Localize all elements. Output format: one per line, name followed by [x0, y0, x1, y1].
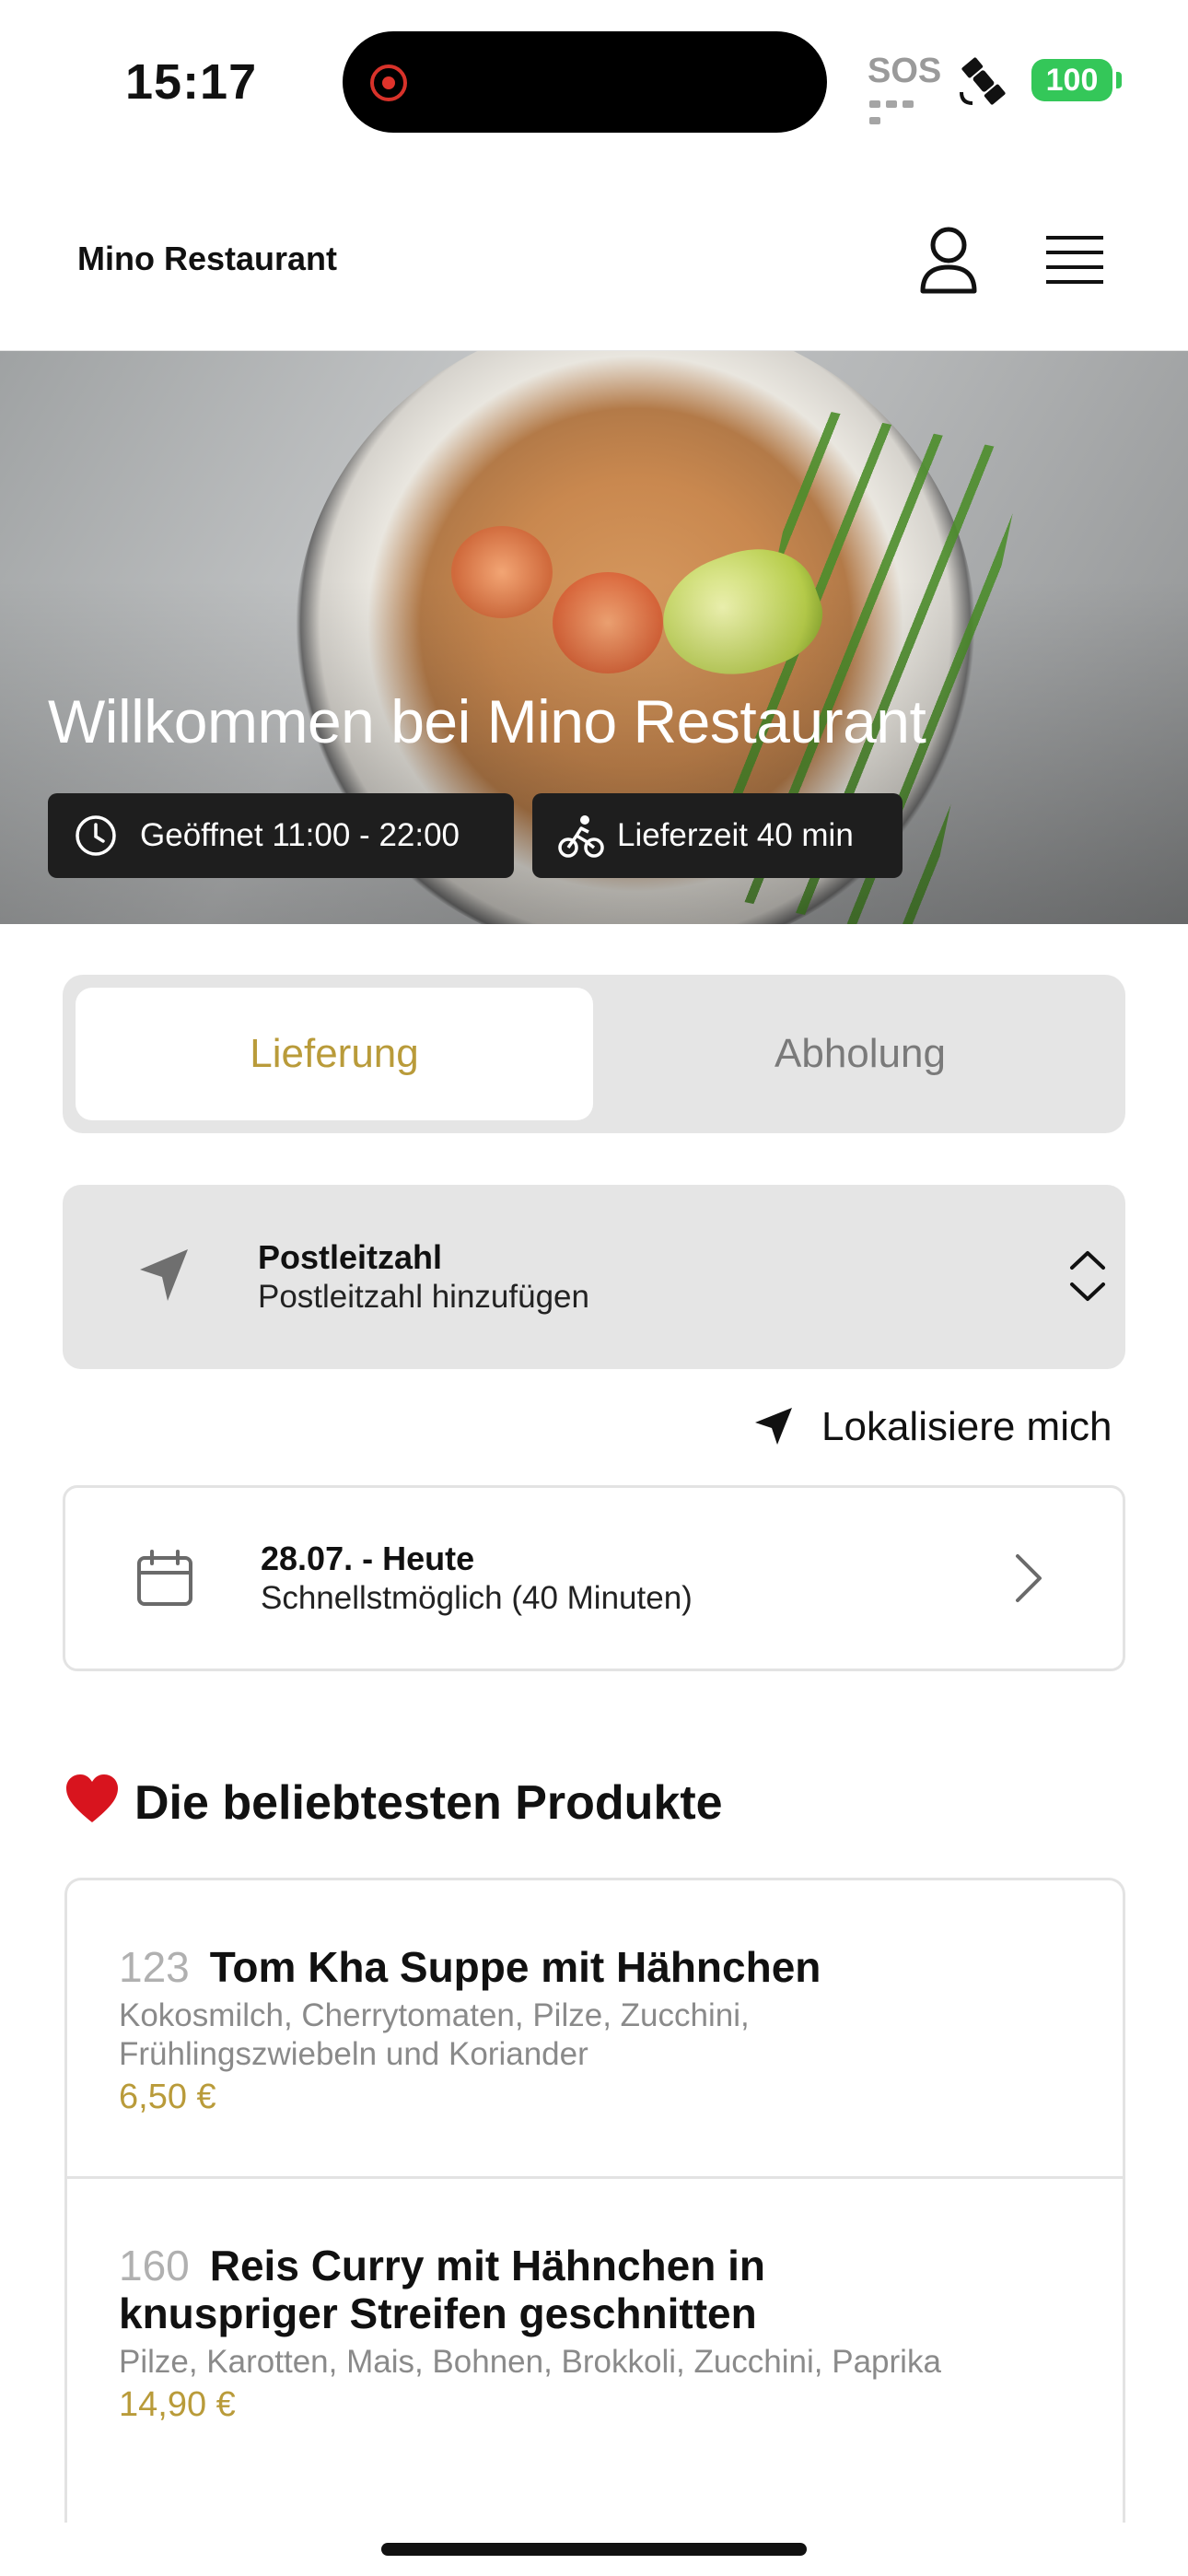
delivery-slot: Schnellstmöglich (40 Minuten) [261, 1580, 693, 1616]
order-mode-toggle: Lieferung Abholung [63, 975, 1125, 1133]
popular-section-title: Die beliebtesten Produkte [64, 1767, 723, 1831]
delivery-time-text: Lieferzeit 40 min [617, 817, 854, 853]
postal-code-placeholder: Postleitzahl hinzufügen [258, 1279, 589, 1315]
menu-icon[interactable] [1044, 234, 1105, 286]
delivery-date: 28.07. - Heute [261, 1540, 475, 1577]
product-title: 123 Tom Kha Suppe mit Hähnchen [119, 1943, 1123, 1991]
app-header: Mino Restaurant [0, 175, 1188, 352]
tab-delivery[interactable]: Lieferung [76, 988, 593, 1120]
status-bar: 15:17 SOS 100 [0, 0, 1188, 157]
updown-chevron-icon [1070, 1251, 1105, 1301]
bike-icon [558, 815, 604, 858]
product-list: 123 Tom Kha Suppe mit Hähnchen Kokosmilch… [64, 1878, 1125, 2523]
signal-dots-icon [869, 96, 934, 124]
product-price: 6,50 € [119, 2078, 216, 2116]
product-price: 14,90 € [119, 2385, 236, 2424]
opening-hours-badge: Geöffnet 11:00 - 22:00 [48, 793, 514, 878]
product-title: 160 Reis Curry mit Hähnchen in knuspriger… [119, 2242, 819, 2337]
calendar-icon [137, 1550, 192, 1606]
hero-banner: Willkommen bei Mino Restaurant Geöffnet … [0, 351, 1188, 924]
product-number: 123 [119, 1943, 190, 1991]
satellite-icon [960, 57, 1006, 105]
heart-icon [66, 1774, 118, 1822]
recording-icon [370, 64, 407, 101]
sos-indicator: SOS [868, 52, 942, 90]
product-description: Kokosmilch, Cherrytomaten, Pilze, Zucchi… [119, 1997, 750, 2072]
status-time: 15:17 [125, 54, 258, 110]
postal-code-label: Postleitzahl [258, 1238, 443, 1276]
opening-hours-text: Geöffnet 11:00 - 22:00 [140, 817, 460, 853]
product-card[interactable]: 123 Tom Kha Suppe mit Hähnchen Kokosmilch… [67, 1880, 1123, 2179]
location-arrow-icon [755, 1408, 792, 1445]
clock-icon [76, 815, 116, 856]
tab-pickup[interactable]: Abholung [608, 988, 1112, 1120]
locate-me-button[interactable]: Lokalisiere mich [744, 1400, 1125, 1456]
home-indicator[interactable] [381, 2543, 807, 2556]
locate-me-label: Lokalisiere mich [821, 1404, 1112, 1449]
brand-name[interactable]: Mino Restaurant [77, 240, 337, 278]
product-name: Reis Curry mit Hähnchen in knuspriger St… [119, 2242, 765, 2337]
product-number: 160 [119, 2242, 190, 2289]
navigation-arrow-icon [140, 1249, 188, 1301]
delivery-time-selector[interactable]: 28.07. - Heute Schnellstmöglich (40 Minu… [63, 1485, 1125, 1671]
user-icon[interactable] [917, 225, 980, 295]
battery-indicator: 100 [1031, 59, 1122, 101]
popular-title-text: Die beliebtesten Produkte [134, 1776, 723, 1830]
product-card[interactable]: 160 Reis Curry mit Hähnchen in knuspriger… [67, 2179, 1123, 2523]
delivery-time-badge: Lieferzeit 40 min [532, 793, 903, 878]
dynamic-island [343, 31, 827, 133]
product-name: Tom Kha Suppe mit Hähnchen [209, 1943, 821, 1991]
chevron-right-icon [1016, 1554, 1042, 1602]
product-description: Pilze, Karotten, Mais, Bohnen, Brokkoli,… [119, 2344, 941, 2380]
hero-title: Willkommen bei Mino Restaurant [48, 687, 926, 755]
postal-code-selector[interactable]: Postleitzahl Postleitzahl hinzufügen [63, 1185, 1125, 1369]
